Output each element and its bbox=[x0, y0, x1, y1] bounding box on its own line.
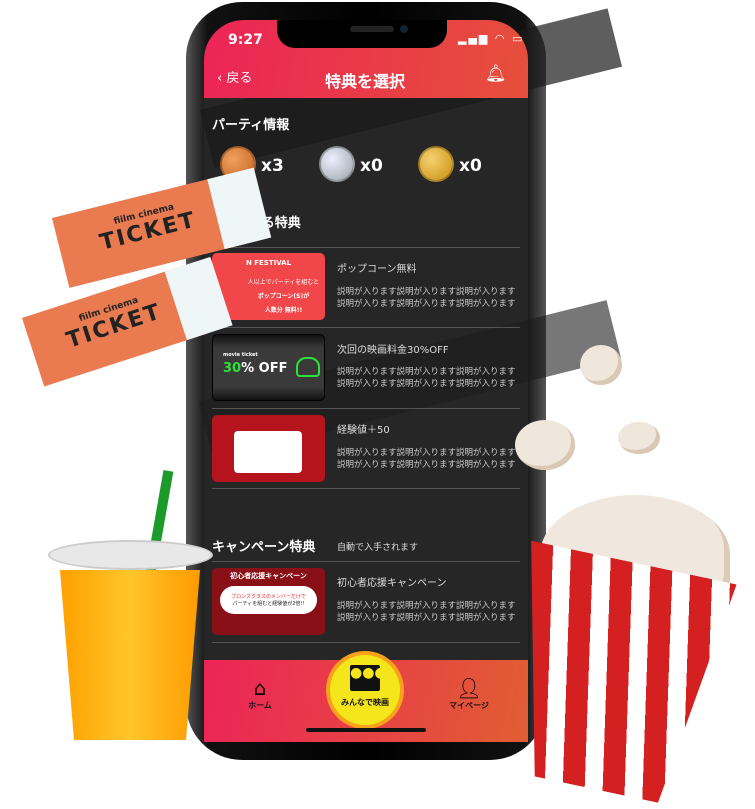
perk-title[interactable]: 次回の映画料金30%OFF bbox=[337, 341, 449, 356]
nav-mypage[interactable]: 👤︎ マイページ bbox=[439, 676, 499, 711]
silver-coin-icon bbox=[319, 146, 355, 182]
perk-title[interactable]: 経験値＋50 bbox=[337, 421, 390, 436]
group-icon: ●●● bbox=[350, 665, 387, 691]
bronze-count: x3 bbox=[261, 156, 284, 176]
divider bbox=[212, 561, 520, 562]
gold-count: x0 bbox=[459, 156, 482, 176]
notch bbox=[277, 20, 447, 48]
campaign-note: 自動で入手されます bbox=[337, 543, 419, 553]
divider bbox=[212, 327, 520, 328]
perk-item-discount-image[interactable]: movie ticket 30% OFF bbox=[212, 334, 325, 401]
divider bbox=[212, 642, 520, 643]
popcorn-decoration bbox=[580, 345, 622, 385]
theater-screen bbox=[234, 431, 302, 473]
perk-item-popcorn-image[interactable]: N FESTIVAL 人以上でパーティを組むと ポップコーン(S)が 人数分 無… bbox=[212, 253, 325, 320]
bell-icon[interactable]: 🔔︎ bbox=[485, 64, 507, 84]
campaign-title[interactable]: 初心者応援キャンペーン bbox=[337, 574, 447, 589]
gold-coin-icon bbox=[418, 146, 454, 182]
home-indicator bbox=[306, 728, 426, 732]
person-icon: 👤︎ bbox=[456, 676, 482, 700]
ticket-decoration: fiilm cinema TICKET bbox=[22, 256, 233, 387]
divider bbox=[212, 247, 520, 248]
perk-title[interactable]: ポップコーン無料 bbox=[337, 260, 417, 275]
home-icon: ⌂ bbox=[253, 676, 267, 700]
divider bbox=[212, 488, 520, 489]
camera bbox=[400, 25, 408, 33]
popcorn-decoration bbox=[618, 422, 660, 454]
speaker bbox=[350, 26, 394, 32]
campaign-description: 説明が入ります説明が入ります説明が入ります 説明が入ります説明が入ります説明が入り… bbox=[337, 601, 516, 623]
perk-item-exp-image[interactable] bbox=[212, 415, 325, 482]
perk-description: 説明が入ります説明が入ります説明が入ります 説明が入ります説明が入ります説明が入り… bbox=[337, 448, 516, 470]
back-button[interactable]: ‹ 戻る bbox=[217, 67, 252, 86]
juice-cup-decoration bbox=[60, 570, 200, 740]
signal-wifi-battery-icon: ▂▄▆ ◠ ▭ bbox=[458, 32, 525, 45]
party-info-heading: パーティ情報 bbox=[212, 118, 290, 133]
nav-home[interactable]: ⌂ ホーム bbox=[230, 676, 290, 711]
popcorn-decoration bbox=[515, 420, 575, 470]
mascot-icon bbox=[296, 357, 320, 377]
campaign-item-image[interactable]: 初心者応援キャンペーン ブロンズクラスのメンバーだけで パーティを組むと経験値が2… bbox=[212, 568, 325, 635]
page-title: 特典を選択 bbox=[324, 72, 405, 91]
divider bbox=[212, 408, 520, 409]
nav-group-movie[interactable]: ●●● みんなで映画 bbox=[330, 655, 400, 725]
perk-description: 説明が入ります説明が入ります説明が入ります 説明が入ります説明が入ります説明が入り… bbox=[337, 287, 516, 309]
campaign-heading: キャンペーン特典 bbox=[212, 540, 316, 555]
perk-description: 説明が入ります説明が入ります説明が入ります 説明が入ります説明が入ります説明が入り… bbox=[337, 367, 516, 389]
chevron-left-icon: ‹ bbox=[217, 71, 227, 86]
silver-count: x0 bbox=[360, 156, 383, 176]
cup-lid-decoration bbox=[48, 540, 213, 570]
status-time: 9:27 bbox=[228, 32, 263, 48]
